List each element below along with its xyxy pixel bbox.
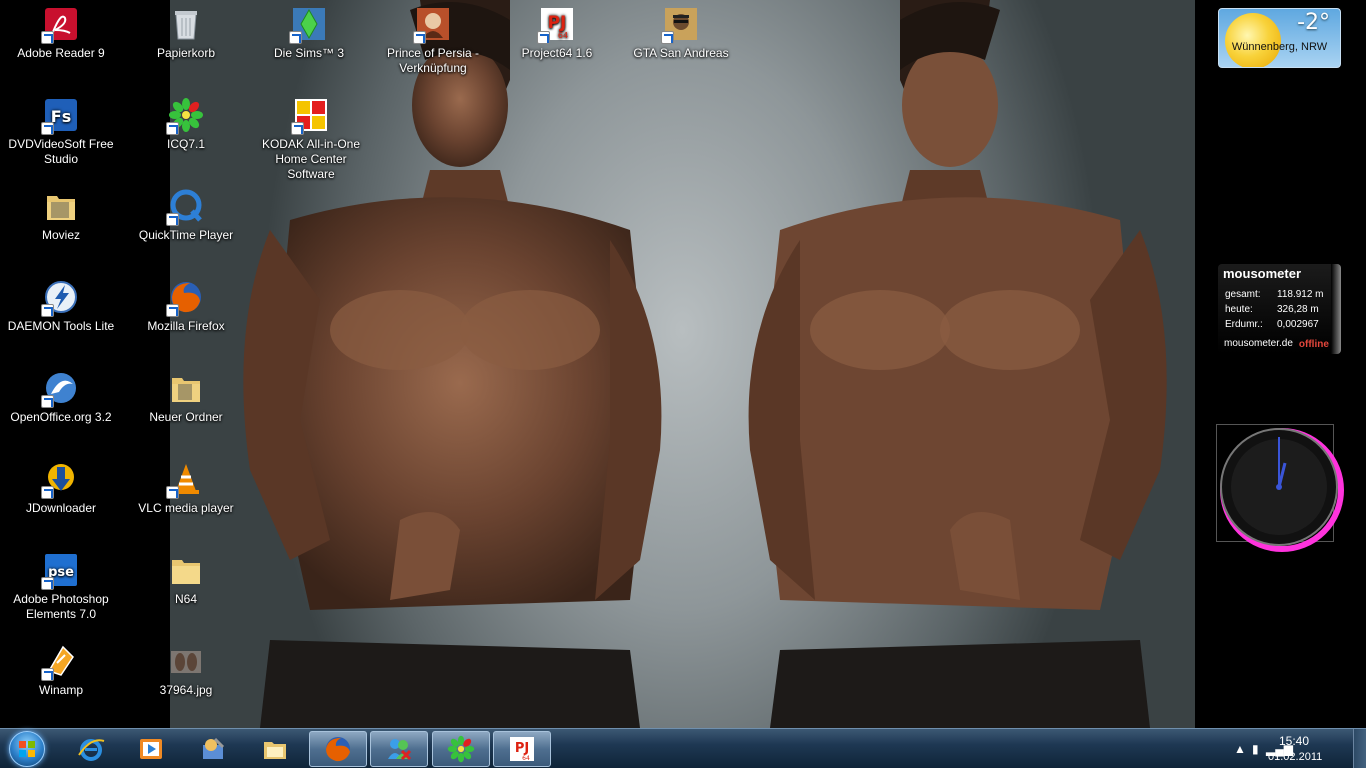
- desktop-icon-icq[interactable]: ICQ7.1: [130, 97, 242, 152]
- system-tray: ▲ ▮ ▂▄▆ 15:40 01.02.2011: [1196, 729, 1366, 768]
- desktop-icon-adobe-reader[interactable]: Adobe Reader 9: [5, 6, 117, 61]
- weather-gadget[interactable]: -2° Wünnenberg, NRW: [1218, 8, 1341, 68]
- mousometer-site-link[interactable]: mousometer.de: [1224, 338, 1293, 349]
- icq-icon: [447, 735, 475, 763]
- desktop-icon-37964-jpg[interactable]: 37964.jpg: [130, 643, 242, 698]
- clock-time[interactable]: 15:40: [1279, 734, 1309, 748]
- desktop-icon-jdownloader[interactable]: JDownloader: [5, 461, 117, 516]
- desktop: Adobe Reader 9 Fs DVDVideoSoft Free Stud…: [0, 0, 1366, 728]
- desktop-icon-neuer-ordner[interactable]: Neuer Ordner: [130, 370, 242, 425]
- program-icon: [203, 737, 225, 759]
- clock-gadget[interactable]: [1216, 424, 1344, 552]
- weather-temperature: -2°: [1297, 10, 1330, 35]
- desktop-icon-prince-of-persia[interactable]: Prince of Persia - Verknüpfung: [377, 6, 489, 76]
- taskbar-media-player[interactable]: [122, 731, 180, 767]
- power-icon[interactable]: ▮: [1252, 742, 1259, 756]
- svg-text:64: 64: [522, 755, 530, 762]
- desktop-icon-openoffice[interactable]: OpenOffice.org 3.2: [5, 370, 117, 425]
- desktop-icon-sims3[interactable]: Die Sims™ 3: [253, 6, 365, 61]
- desktop-icon-gta-san-andreas[interactable]: GTA San Andreas: [625, 6, 737, 61]
- mousometer-status[interactable]: offline ›: [1299, 339, 1335, 350]
- desktop-icon-dvdvideosoft[interactable]: Fs DVDVideoSoft Free Studio: [5, 97, 117, 167]
- show-hidden-icons-icon[interactable]: ▲: [1234, 742, 1246, 756]
- desktop-icon-moviez[interactable]: Moviez: [5, 188, 117, 243]
- mousometer-title: mousometer: [1223, 266, 1302, 281]
- desktop-icon-firefox[interactable]: Mozilla Firefox: [130, 279, 242, 334]
- weather-location: Wünnenberg, NRW: [1231, 41, 1328, 53]
- internet-explorer-icon: [78, 739, 105, 761]
- desktop-icon-n64[interactable]: N64: [130, 552, 242, 607]
- wallpaper-figure-right: [730, 0, 1195, 728]
- desktop-icon-vlc[interactable]: VLC media player: [130, 461, 242, 516]
- taskbar-firefox[interactable]: [309, 731, 367, 767]
- media-player-icon: [140, 739, 162, 759]
- image-file-icon: [171, 651, 201, 673]
- desktop-icon-project64[interactable]: PJ 64 Project64 1.6: [501, 6, 613, 61]
- explorer-folder-icon: [264, 742, 286, 759]
- desktop-icon-kodak[interactable]: KODAK All-in-One Home Center Software: [253, 97, 369, 182]
- project64-icon: PJ64: [510, 737, 534, 762]
- taskbar-icq[interactable]: [432, 731, 490, 767]
- desktop-icon-photoshop-elements[interactable]: pse Adobe Photoshop Elements 7.0: [5, 552, 117, 622]
- messenger-icon: [388, 739, 412, 761]
- desktop-icon-recycle-bin[interactable]: Papierkorb: [130, 6, 242, 61]
- taskbar-project64[interactable]: PJ 64: [493, 731, 551, 767]
- svg-text:PJ: PJ: [548, 13, 567, 33]
- taskbar: PJ 64 ▲ ▮ ▂▄▆ 15:40 01.02.2011: [0, 728, 1366, 768]
- desktop-icon-daemon-tools[interactable]: DAEMON Tools Lite: [5, 279, 117, 334]
- analog-clock-icon: [1220, 428, 1344, 552]
- folder-icon: [47, 196, 75, 220]
- folder-icon: [172, 378, 200, 402]
- clock-date[interactable]: 01.02.2011: [1268, 751, 1322, 763]
- windows-logo-icon: [9, 731, 45, 767]
- desktop-icon-quicktime[interactable]: QuickTime Player: [130, 188, 242, 243]
- show-desktop-button[interactable]: [1353, 729, 1366, 768]
- taskbar-messenger[interactable]: [370, 731, 428, 767]
- recycle-bin-icon: [175, 11, 197, 40]
- firefox-icon: [326, 737, 350, 762]
- folder-icon: [172, 560, 200, 584]
- desktop-icon-winamp[interactable]: Winamp: [5, 643, 117, 698]
- taskbar-internet-explorer[interactable]: [62, 731, 120, 767]
- taskbar-program[interactable]: [184, 731, 242, 767]
- taskbar-windows-explorer[interactable]: [246, 731, 304, 767]
- svg-text:64: 64: [558, 31, 568, 40]
- mousometer-gadget[interactable]: mousometer gesamt: 118.912 m heute: 326,…: [1218, 264, 1341, 354]
- start-button[interactable]: [4, 730, 50, 768]
- svg-text:PJ: PJ: [515, 741, 529, 756]
